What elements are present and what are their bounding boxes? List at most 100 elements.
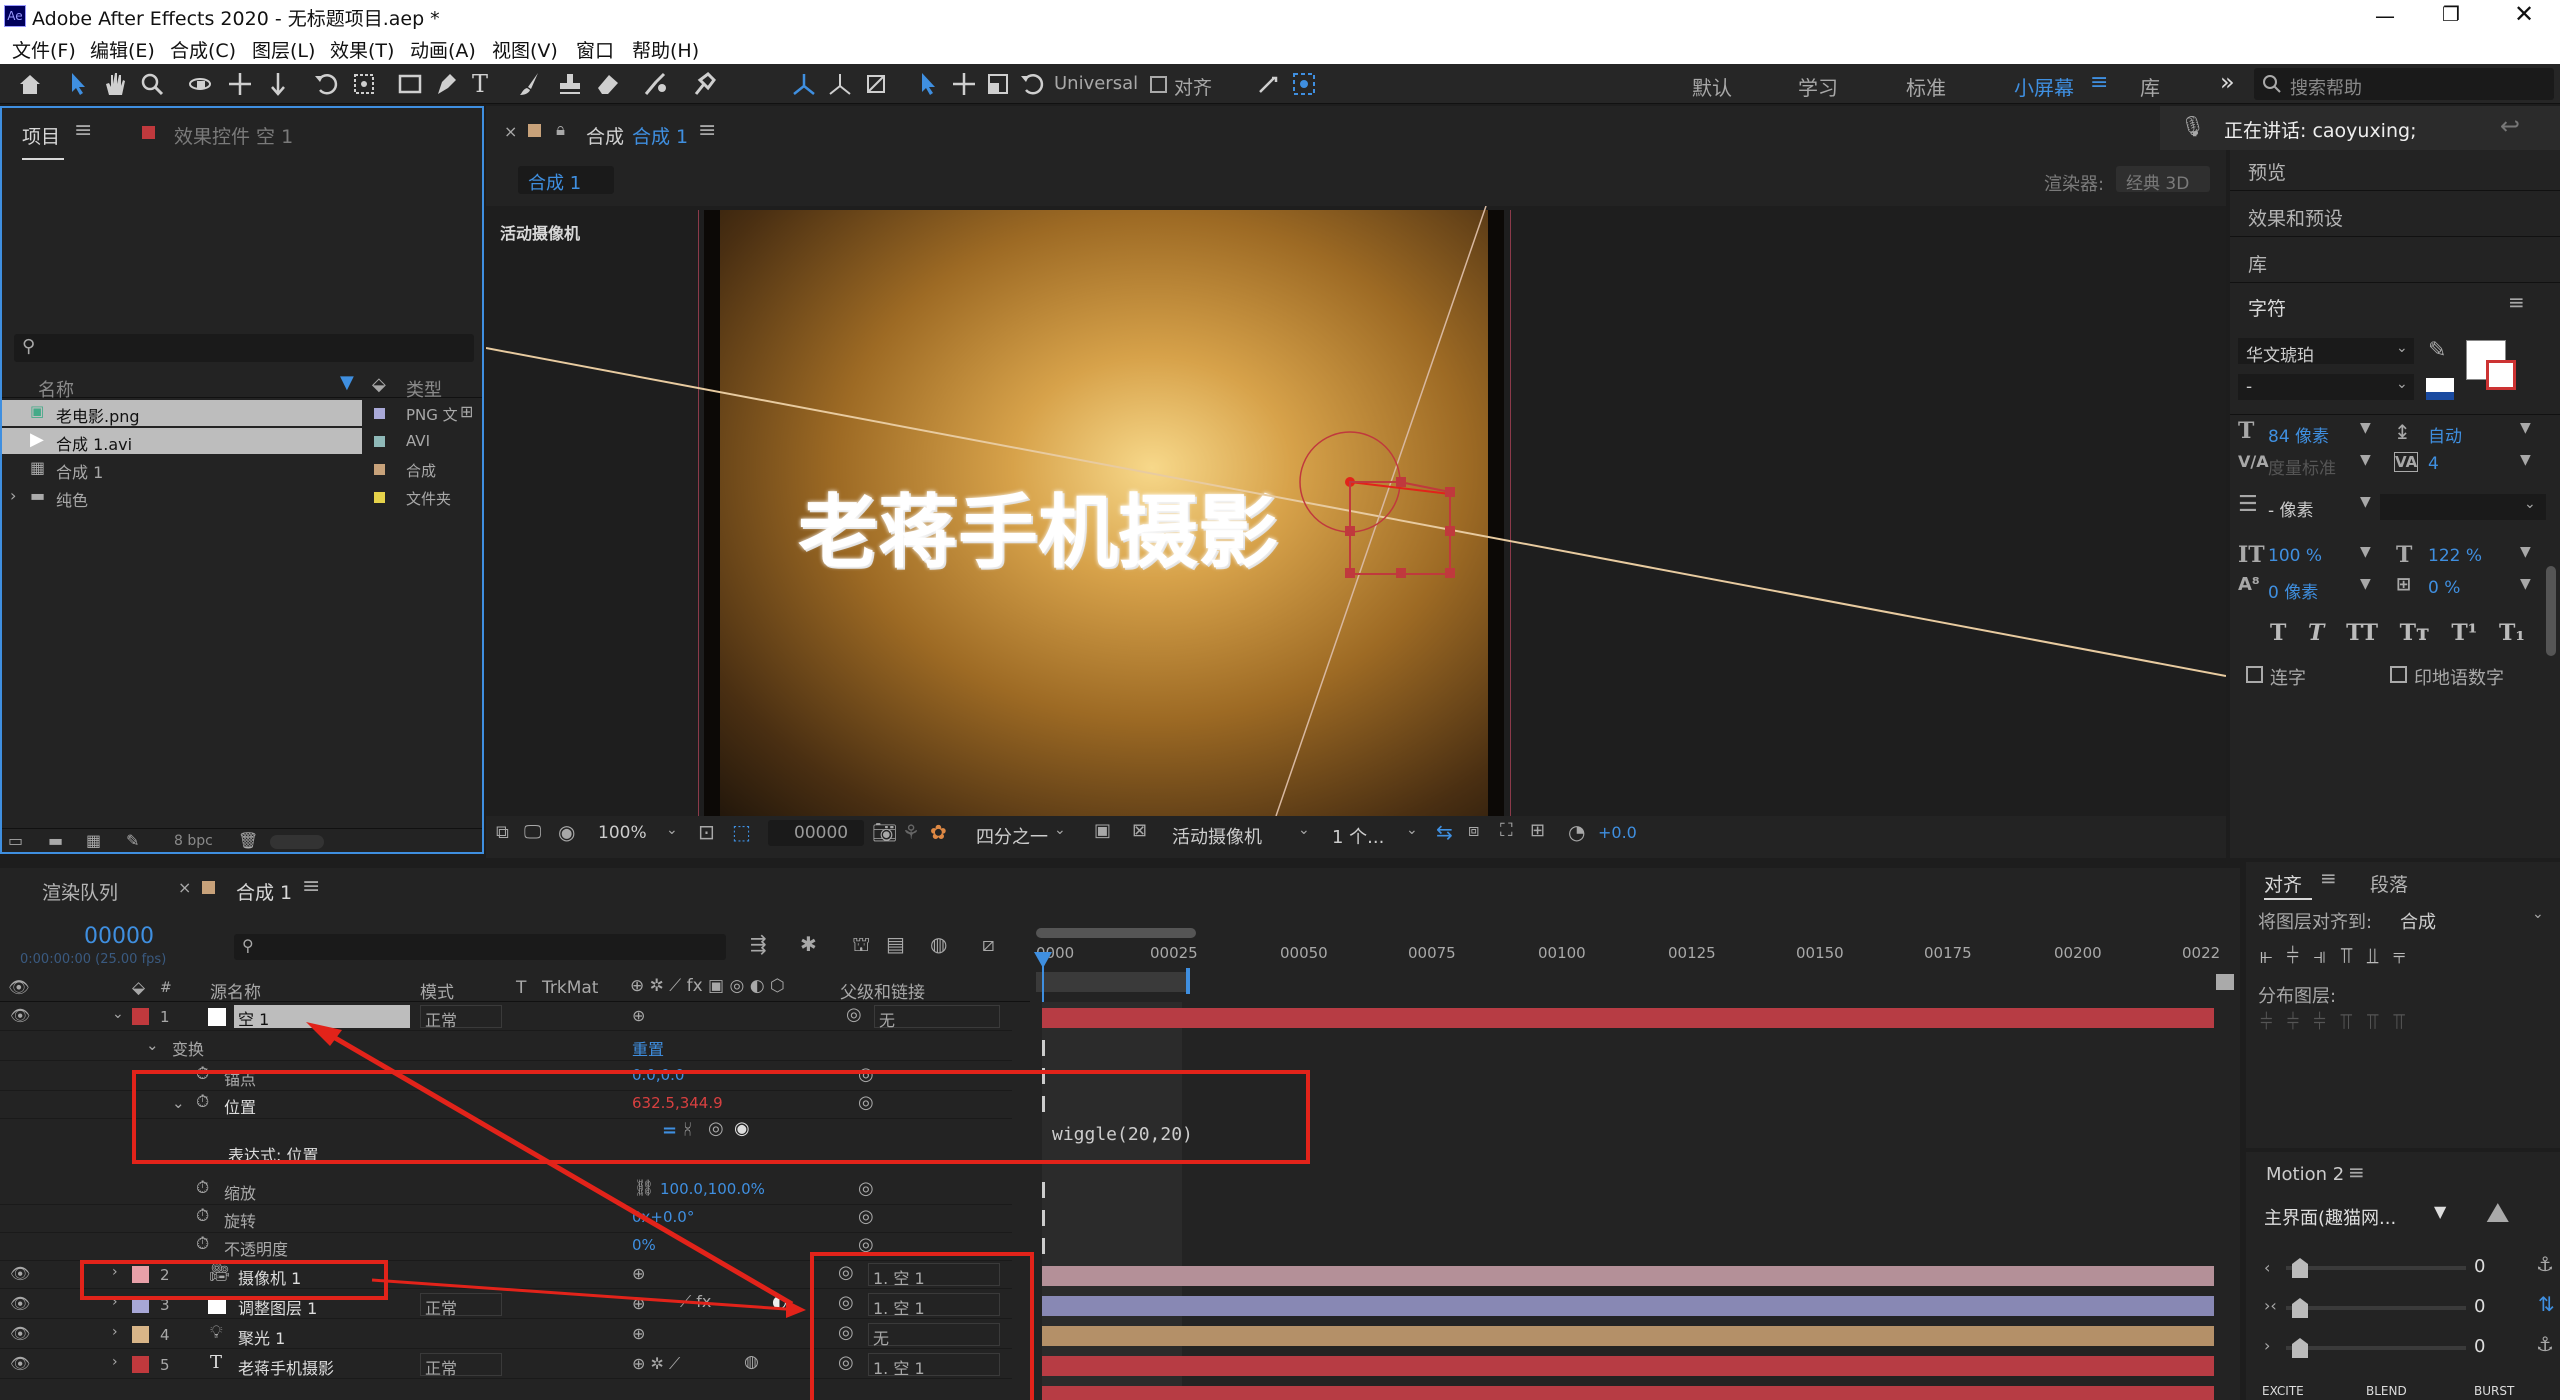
eyedropper-icon[interactable]: ✎ bbox=[2428, 338, 2446, 363]
layer-name[interactable]: 老蒋手机摄影 bbox=[238, 1355, 334, 1379]
reply-icon[interactable]: ↩ bbox=[2500, 112, 2520, 140]
lock-icon[interactable]: 🔒︎ bbox=[556, 120, 565, 140]
rectangle-tool-icon[interactable] bbox=[396, 70, 424, 98]
chevron-down-icon[interactable]: ⌄ bbox=[146, 1036, 159, 1054]
scrollbar[interactable] bbox=[270, 835, 324, 849]
hand-tool-icon[interactable] bbox=[100, 70, 128, 98]
trash-icon[interactable]: 🗑 bbox=[238, 831, 258, 850]
motion-menu-icon[interactable]: ≡ bbox=[2348, 1160, 2365, 1184]
chevron-down-icon[interactable]: ⌄ bbox=[112, 1006, 124, 1022]
layer-name[interactable]: 调整图层 1 bbox=[238, 1295, 317, 1319]
slider-thumb[interactable] bbox=[2292, 1338, 2308, 1358]
menu-help[interactable]: 帮助(H) bbox=[632, 36, 699, 63]
pickwhip-icon[interactable]: ◎ bbox=[858, 1064, 874, 1085]
font-size-value[interactable]: 84 像素 bbox=[2268, 422, 2329, 447]
chevron-down-icon[interactable]: ▼ bbox=[2520, 544, 2531, 560]
layer-bar[interactable] bbox=[1042, 1356, 2214, 1376]
flowchart-icon[interactable]: ⊞ bbox=[460, 402, 473, 421]
chevron-down-icon[interactable]: ⌄ bbox=[1298, 822, 1310, 838]
pickwhip-icon[interactable]: ◎ bbox=[858, 1178, 874, 1199]
slider-track[interactable] bbox=[2286, 1346, 2466, 1350]
fx-switch-icon[interactable]: ⟋ fx bbox=[680, 1292, 711, 1312]
blend-button[interactable]: BLEND bbox=[2366, 1384, 2407, 1398]
stopwatch-icon[interactable]: ⏱︎ bbox=[196, 1178, 209, 1198]
blend-mode-select[interactable]: 正常 bbox=[420, 1005, 502, 1030]
layer-row[interactable]: 👁︎ ⌄ 1 空 1 正常 ⊕ ◎ 无 bbox=[0, 1002, 1012, 1031]
anchor-tool-icon[interactable] bbox=[350, 70, 378, 98]
close-icon[interactable]: ✕ bbox=[2514, 0, 2534, 28]
col-trkmat[interactable]: TrkMat bbox=[542, 978, 598, 998]
keyframe-marker[interactable] bbox=[1042, 1238, 1045, 1254]
draft-3d-icon[interactable]: ✱ bbox=[800, 932, 817, 956]
layer-bar[interactable] bbox=[1042, 1296, 2214, 1316]
chevron-down-icon[interactable]: ▼ bbox=[2360, 452, 2371, 468]
col-type[interactable]: 类型 bbox=[406, 376, 442, 402]
keyframe-marker[interactable] bbox=[1042, 1182, 1045, 1198]
leading-value[interactable]: 自动 bbox=[2428, 422, 2462, 447]
camera-view-select[interactable]: 活动摄像机 bbox=[1172, 823, 1262, 849]
workspace-standard[interactable]: 标准 bbox=[1906, 72, 1946, 101]
motion-preset-select[interactable]: 主界面(趣猫网... bbox=[2264, 1204, 2396, 1230]
transparency-grid-icon[interactable]: ⊠ bbox=[1132, 820, 1147, 841]
pickwhip-icon[interactable]: ◎ bbox=[838, 1292, 854, 1313]
mask-icon[interactable]: ◉ bbox=[558, 820, 575, 844]
snapshot-icon[interactable]: 📷︎ bbox=[872, 820, 897, 844]
viewer-timecode[interactable]: 00000 bbox=[768, 820, 864, 846]
layer-label-swatch[interactable] bbox=[132, 1266, 149, 1283]
align-tab[interactable]: 对齐 bbox=[2264, 870, 2302, 897]
chevron-down-icon[interactable]: ⌄ bbox=[666, 822, 678, 838]
snap-icon[interactable] bbox=[1254, 70, 1282, 98]
rotate-icon[interactable] bbox=[1018, 70, 1046, 98]
project-item[interactable]: ▦ 合成 1 合成 bbox=[2, 456, 482, 482]
adjust-icon[interactable]: ✎ bbox=[126, 831, 139, 850]
layer-label-swatch[interactable] bbox=[132, 1296, 149, 1313]
workspace-menu-icon[interactable]: ≡ bbox=[2090, 70, 2108, 95]
no-fill-swatch[interactable] bbox=[2426, 378, 2454, 400]
excite-button[interactable]: EXCITE bbox=[2262, 1384, 2304, 1398]
eye-icon[interactable]: 👁︎ bbox=[10, 1294, 30, 1313]
layer-label-swatch[interactable] bbox=[132, 1008, 149, 1025]
property-value[interactable]: 0x+0.0° bbox=[632, 1208, 694, 1226]
menu-composition[interactable]: 合成(C) bbox=[170, 36, 236, 63]
project-item[interactable]: › ▬ 纯色 文件夹 bbox=[2, 484, 482, 510]
view-axis-icon[interactable] bbox=[862, 70, 890, 98]
distribute-buttons[interactable]: ⫩⫩⫩⫪⫪⫪ bbox=[2260, 1010, 2560, 1038]
layer-label-swatch[interactable] bbox=[132, 1356, 149, 1373]
monitor-icon[interactable]: 🖵︎ bbox=[524, 822, 541, 843]
flowchart-icon[interactable]: ⊞ bbox=[1530, 820, 1545, 841]
layer-row[interactable]: 👁︎ › 5 T 老蒋手机摄影 正常 ⊕ ✲ ⟋ ◍ ◎ 1. 空 1 bbox=[0, 1350, 1012, 1379]
chevron-right-icon[interactable]: › bbox=[112, 1264, 118, 1280]
parent-select[interactable]: 无 bbox=[868, 1323, 1000, 1348]
chevron-right-icon[interactable]: › bbox=[10, 486, 16, 505]
layer-row[interactable]: 👁︎ › 4 💡︎ 聚光 1 ⊕ ◎ 无 bbox=[0, 1320, 1012, 1349]
chevron-down-icon[interactable]: ⌄ bbox=[2532, 906, 2544, 922]
pen-tool-icon[interactable] bbox=[432, 70, 460, 98]
tracking-value[interactable]: 4 bbox=[2428, 454, 2439, 474]
stopwatch-icon[interactable]: ⏱︎ bbox=[196, 1206, 209, 1226]
eye-icon[interactable]: 👁︎ bbox=[10, 1264, 30, 1283]
chevron-in-icon[interactable]: ›‹ bbox=[2264, 1296, 2277, 1315]
draft-3d-icon[interactable]: ⧈ bbox=[1468, 820, 1479, 841]
eraser-tool-icon[interactable] bbox=[594, 70, 622, 98]
effects-controls-tab[interactable]: 效果控件 空 1 bbox=[174, 122, 293, 149]
workspace-default[interactable]: 默认 bbox=[1692, 72, 1732, 101]
layer-name[interactable]: 摄像机 1 bbox=[238, 1265, 301, 1289]
rotate-tool-icon[interactable] bbox=[312, 70, 340, 98]
slider-thumb[interactable] bbox=[2292, 1258, 2308, 1278]
pickwhip-icon[interactable]: ◎ bbox=[858, 1092, 874, 1113]
workspace-learn[interactable]: 学习 bbox=[1798, 72, 1838, 101]
col-name[interactable]: 名称 bbox=[38, 376, 74, 402]
chevron-down-icon[interactable]: ⌄ bbox=[172, 1094, 185, 1112]
property-value[interactable]: 0% bbox=[632, 1236, 656, 1254]
font-style-select[interactable]: - ⌄ bbox=[2238, 374, 2414, 400]
slider-value[interactable]: 0 bbox=[2474, 1296, 2485, 1317]
property-value[interactable]: 0.0,0.0 bbox=[632, 1066, 684, 1084]
align-to-select[interactable]: 合成 bbox=[2400, 908, 2436, 934]
eye-icon[interactable]: 👁︎ bbox=[10, 1324, 30, 1343]
keyframe-marker[interactable] bbox=[1042, 1210, 1045, 1226]
kerning-value[interactable]: 度量标准 bbox=[2268, 454, 2336, 479]
new-folder-icon[interactable]: ▬ bbox=[48, 831, 63, 850]
project-item[interactable]: ▣ 老电影.png bbox=[2, 400, 362, 426]
dolly-tool-icon[interactable] bbox=[264, 70, 292, 98]
layer-bar[interactable] bbox=[1042, 1008, 2214, 1028]
